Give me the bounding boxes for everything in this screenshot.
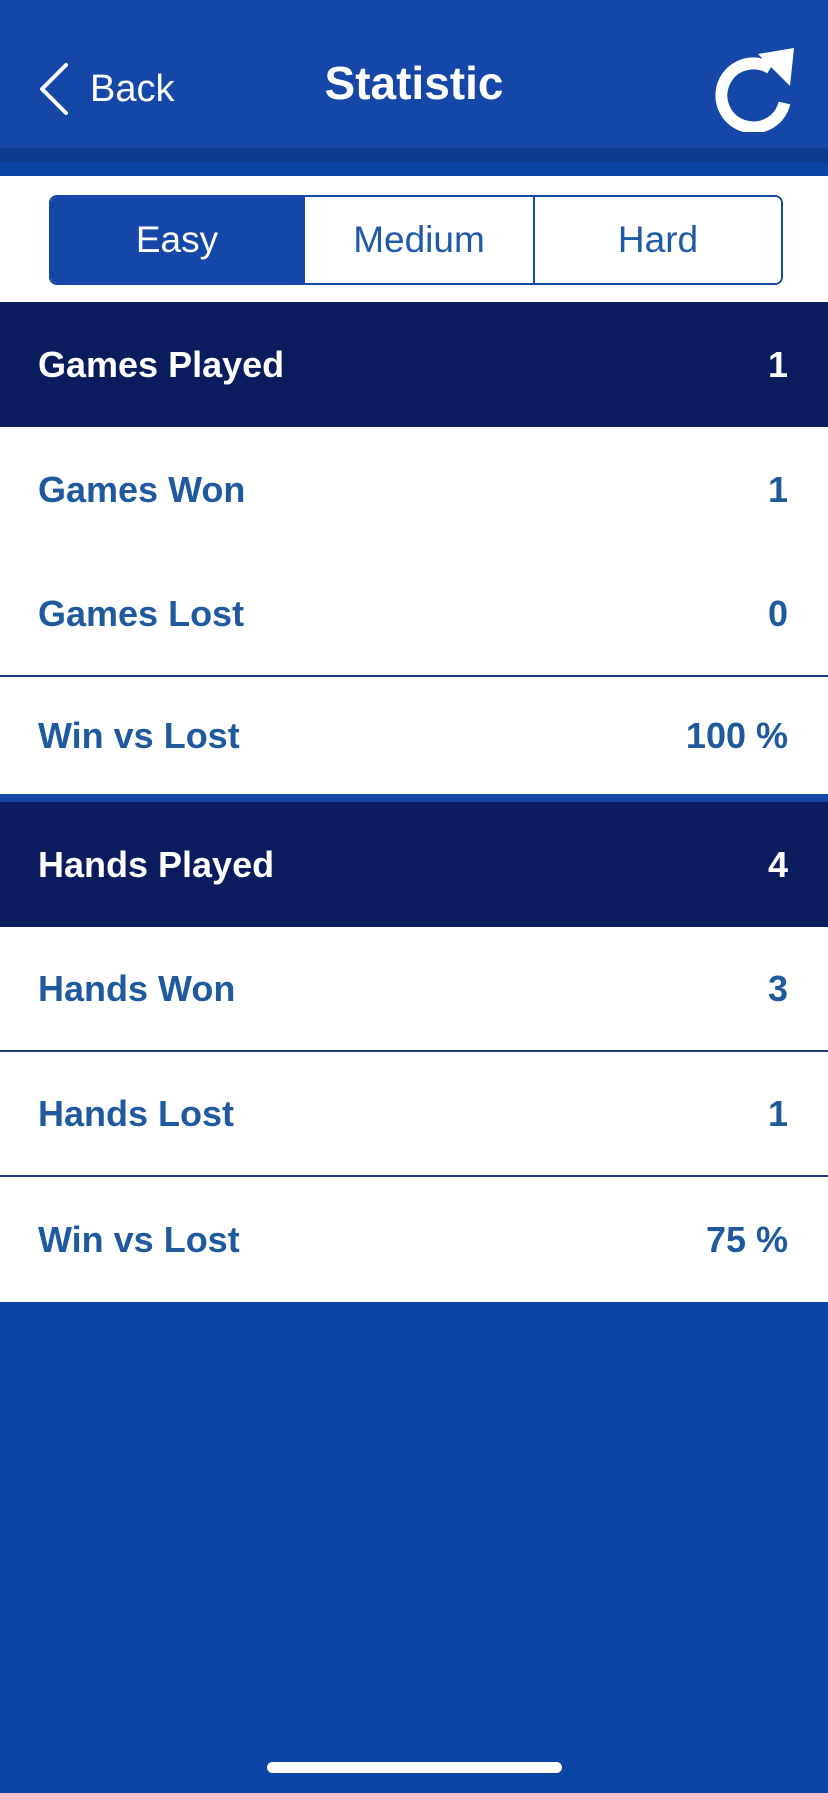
games-played-label: Games Played <box>38 343 285 385</box>
hands-win-vs-lost-label: Win vs Lost <box>38 1218 240 1260</box>
hands-won-value: 3 <box>767 967 788 1009</box>
refresh-icon <box>715 48 794 132</box>
games-win-vs-lost-value: 100 % <box>685 714 788 756</box>
nav-bar: Back Statistic <box>0 0 828 162</box>
tab-hard[interactable]: Hard <box>533 197 781 283</box>
hands-lost-value: 1 <box>767 1092 788 1134</box>
tab-medium[interactable]: Medium <box>303 197 533 283</box>
games-lost-value: 0 <box>767 592 788 634</box>
refresh-button[interactable] <box>714 46 796 132</box>
hands-played-label: Hands Played <box>38 843 275 885</box>
hands-win-vs-lost-row: Win vs Lost 75 % <box>0 1177 828 1302</box>
games-win-vs-lost-label: Win vs Lost <box>38 714 240 756</box>
hands-played-row: Hands Played 4 <box>0 802 828 927</box>
hands-lost-row: Hands Lost 1 <box>0 1052 828 1177</box>
tab-easy[interactable]: Easy <box>51 197 303 283</box>
hands-win-vs-lost-value: 75 % <box>705 1218 788 1260</box>
games-win-vs-lost-row: Win vs Lost 100 % <box>0 677 828 802</box>
games-won-row: Games Won 1 <box>0 427 828 552</box>
statistic-screen: Back Statistic Easy Medium Hard Games Pl… <box>0 0 828 1793</box>
hands-played-value: 4 <box>767 843 788 885</box>
hands-lost-label: Hands Lost <box>38 1092 235 1134</box>
games-lost-label: Games Lost <box>38 592 245 634</box>
games-won-value: 1 <box>767 468 788 510</box>
difficulty-segmented-control: Easy Medium Hard <box>49 195 783 285</box>
games-won-label: Games Won <box>38 468 246 510</box>
difficulty-selector-band: Easy Medium Hard <box>0 176 828 302</box>
games-lost-row: Games Lost 0 <box>0 552 828 677</box>
statistics-list: Games Played 1 Games Won 1 Games Lost 0 … <box>0 302 828 1302</box>
hands-won-label: Hands Won <box>38 967 236 1009</box>
games-played-value: 1 <box>767 343 788 385</box>
page-title: Statistic <box>324 57 504 109</box>
home-indicator[interactable] <box>267 1762 562 1773</box>
hands-won-row: Hands Won 3 <box>0 927 828 1052</box>
games-played-row: Games Played 1 <box>0 302 828 427</box>
